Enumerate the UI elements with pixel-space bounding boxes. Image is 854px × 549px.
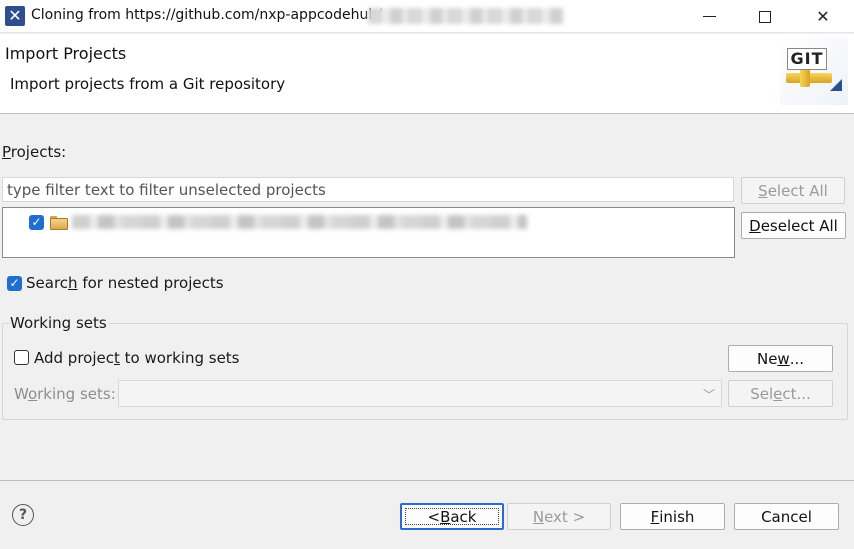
select-all-label: elect All bbox=[767, 181, 828, 200]
new-label-start: Ne bbox=[756, 349, 778, 368]
wizard-header: Import Projects Import projects from a G… bbox=[0, 34, 854, 114]
page-title: Import Projects bbox=[5, 44, 127, 63]
select-all-button[interactable]: Select All bbox=[741, 177, 845, 204]
window-title: Cloning from https://github.com/nxp-appc… bbox=[31, 7, 382, 23]
back-label-start: < bbox=[427, 507, 441, 526]
minimize-icon bbox=[702, 16, 716, 17]
finish-mnemonic: F bbox=[650, 507, 660, 526]
help-icon[interactable]: ? bbox=[12, 504, 34, 526]
redacted-project-name bbox=[72, 215, 527, 229]
back-label-end: ack bbox=[450, 507, 477, 526]
back-button[interactable]: < Back bbox=[400, 503, 504, 530]
select-ws-label-start: Sel bbox=[750, 384, 774, 403]
maximize-button[interactable] bbox=[736, 0, 794, 33]
close-icon: ✕ bbox=[816, 7, 830, 26]
search-nested-checkbox[interactable]: ✓ bbox=[7, 276, 22, 291]
git-logo-icon: GIT bbox=[780, 37, 848, 105]
redacted-title-text bbox=[368, 8, 564, 24]
finish-label: inish bbox=[659, 507, 695, 526]
deselect-all-label: eselect All bbox=[760, 216, 838, 235]
next-mnemonic: N bbox=[532, 507, 545, 526]
next-button[interactable]: Next > bbox=[507, 503, 611, 530]
git-logo-corner bbox=[830, 79, 842, 91]
project-filter-input[interactable] bbox=[2, 177, 734, 202]
chevron-down-icon: ﹀ bbox=[702, 388, 715, 402]
search-nested-mnemonic: h bbox=[68, 274, 78, 292]
search-nested-label: Search for nested projects bbox=[26, 274, 224, 292]
working-sets-group-title: Working sets bbox=[10, 314, 109, 332]
select-ws-mnemonic: e bbox=[773, 384, 783, 403]
git-logo-pipe-vertical bbox=[800, 67, 810, 87]
add-ws-label-end: to working sets bbox=[119, 349, 240, 367]
finish-button[interactable]: Finish bbox=[620, 503, 725, 530]
projects-label: Projects: bbox=[2, 143, 66, 161]
select-ws-label-end: ct... bbox=[782, 384, 811, 403]
working-sets-label: Working sets: bbox=[14, 385, 116, 403]
project-checkbox[interactable]: ✓ bbox=[29, 214, 44, 230]
projects-label-mnemonic: P bbox=[2, 143, 11, 161]
new-mnemonic: w bbox=[777, 349, 790, 368]
select-working-sets-button[interactable]: Sel e ct... bbox=[728, 380, 833, 407]
select-all-mnemonic: S bbox=[758, 181, 768, 200]
eclipse-app-icon: ✕ bbox=[5, 6, 25, 26]
projects-label-rest: rojects: bbox=[10, 143, 67, 161]
list-item[interactable]: ✓ bbox=[29, 212, 527, 232]
deselect-all-mnemonic: D bbox=[749, 216, 761, 235]
footer-separator bbox=[0, 480, 854, 481]
next-label: ext > bbox=[544, 507, 586, 526]
back-mnemonic: B bbox=[440, 507, 451, 526]
project-list[interactable]: ✓ bbox=[2, 207, 735, 258]
git-logo-text: GIT bbox=[787, 48, 827, 70]
add-ws-label-start: Add projec bbox=[34, 349, 114, 367]
page-description: Import projects from a Git repository bbox=[10, 75, 286, 93]
search-nested-label-start: Searc bbox=[26, 274, 69, 292]
search-nested-label-end: for nested projects bbox=[77, 274, 224, 292]
working-sets-select[interactable]: ﹀ bbox=[118, 380, 722, 407]
new-working-set-button[interactable]: Ne w... bbox=[728, 345, 833, 372]
ws-label-end: rking sets: bbox=[37, 385, 116, 403]
add-to-working-sets-checkbox[interactable] bbox=[14, 350, 29, 365]
folder-icon bbox=[50, 216, 68, 230]
ws-label-mnemonic: o bbox=[27, 385, 38, 403]
ws-label-start: W bbox=[14, 385, 28, 403]
deselect-all-button[interactable]: Deselect All bbox=[741, 212, 846, 239]
cancel-button[interactable]: Cancel bbox=[734, 503, 839, 530]
minimize-button[interactable] bbox=[680, 0, 738, 33]
add-to-working-sets-label: Add project to working sets bbox=[34, 349, 240, 367]
close-button[interactable]: ✕ bbox=[794, 0, 852, 33]
maximize-icon bbox=[759, 10, 771, 23]
new-label-end: ... bbox=[789, 349, 805, 368]
title-bar: ✕ Cloning from https://github.com/nxp-ap… bbox=[0, 0, 854, 33]
